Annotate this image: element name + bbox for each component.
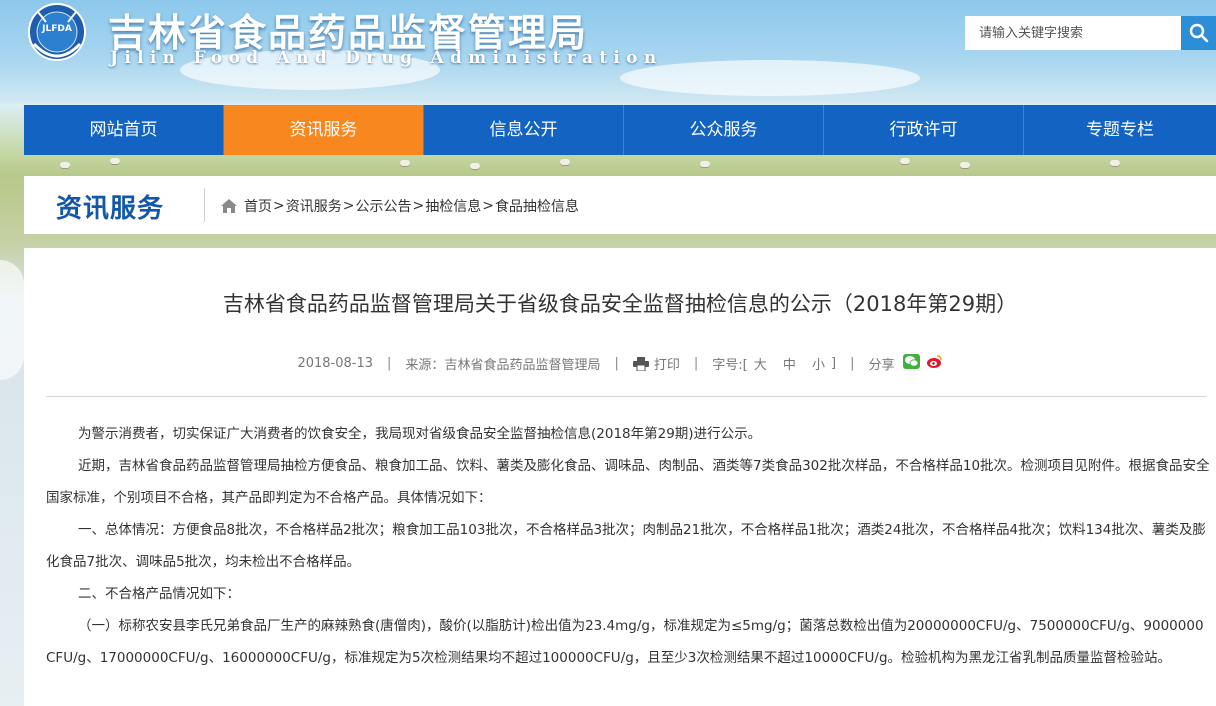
- title-divider: [46, 396, 1206, 397]
- weibo-icon: [926, 355, 942, 368]
- breadcrumb-food-inspection[interactable]: 食品抽检信息: [495, 196, 579, 216]
- sheep-decoration: [1110, 160, 1120, 166]
- weibo-share-button[interactable]: [926, 354, 943, 373]
- article-title: 吉林省食品药品监督管理局关于省级食品安全监督抽检信息的公示（2018年第29期）: [222, 292, 1018, 316]
- meta-separator: |: [614, 356, 619, 371]
- breadcrumb-separator: >: [412, 198, 425, 214]
- article-paragraph: 为警示消费者，切实保证广大消费者的饮食安全，我局现对省级食品安全监督抽检信息(2…: [78, 426, 762, 442]
- wechat-share-button[interactable]: [902, 354, 920, 373]
- font-size-small[interactable]: 小: [812, 358, 825, 373]
- meta-separator: |: [387, 356, 392, 371]
- nav-item-home[interactable]: 网站首页: [24, 105, 224, 155]
- font-size-label: 字号:[: [712, 358, 748, 373]
- font-size-medium[interactable]: 中: [783, 358, 796, 373]
- font-size-close: ]: [831, 356, 837, 371]
- breadcrumb-home[interactable]: 首页: [244, 196, 272, 216]
- nav-item-admin-licensing[interactable]: 行政许可: [824, 105, 1024, 155]
- breadcrumb-separator: >: [273, 198, 285, 214]
- breadcrumb-inspection-info[interactable]: 抽检信息: [425, 196, 481, 216]
- home-icon: [221, 199, 237, 213]
- background-cloud: [620, 60, 920, 96]
- nav-item-info-disclosure[interactable]: 信息公开: [424, 105, 624, 155]
- site-subtitle: Jilin Food And Drug Administration: [110, 48, 663, 68]
- article-container: 吉林省食品药品监督管理局关于省级食品安全监督抽检信息的公示（2018年第29期）…: [24, 248, 1216, 706]
- section-header: 资讯服务 首页 > 资讯服务 > 公示公告 > 抽检信息 > 食品抽检信息: [24, 176, 1216, 234]
- sheep-decoration: [700, 161, 710, 167]
- print-label: 打印: [653, 358, 680, 373]
- sheep-decoration: [560, 159, 570, 165]
- sheep-decoration: [60, 162, 70, 168]
- breadcrumb-separator: >: [342, 198, 355, 214]
- search-icon: [1189, 23, 1208, 43]
- article-body: 为警示消费者，切实保证广大消费者的饮食安全，我局现对省级食品安全监督抽检信息(2…: [46, 418, 1210, 674]
- breadcrumb-separator: >: [482, 198, 494, 214]
- nav-item-special-topics[interactable]: 专题专栏: [1024, 105, 1216, 155]
- nav-item-news-services[interactable]: 资讯服务: [224, 105, 424, 155]
- article-date: 2018-08-13: [297, 356, 374, 371]
- logo-text: JLFDA: [42, 24, 72, 34]
- sheep-decoration: [900, 158, 910, 164]
- section-title: 资讯服务: [56, 194, 165, 224]
- breadcrumb: 首页 > 资讯服务 > 公示公告 > 抽检信息 > 食品抽检信息: [220, 196, 579, 216]
- nav-item-public-services[interactable]: 公众服务: [624, 105, 824, 155]
- article-meta: 2018-08-13 | 来源： 吉林省食品药品监督管理局 | 打印 | 字号:…: [24, 354, 1216, 373]
- article-paragraph: 二、不合格产品情况如下：: [78, 586, 240, 602]
- sheep-decoration: [470, 163, 480, 169]
- sheep-decoration: [400, 160, 410, 166]
- share-label: 分享: [868, 358, 895, 373]
- wechat-icon: [902, 354, 920, 369]
- meta-separator: |: [850, 356, 855, 371]
- font-size-options: 大 中 小: [748, 354, 831, 373]
- search-input[interactable]: [965, 16, 1181, 50]
- article-paragraph: 一、总体情况：方便食品8批次，不合格样品2批次；粮食加工品103批次，不合格样品…: [46, 522, 1206, 570]
- article-paragraph: 近期，吉林省食品药品监督管理局抽检方便食品、粮食加工品、饮料、薯类及膨化食品、调…: [46, 458, 1210, 506]
- section-divider: [204, 188, 205, 222]
- search-button[interactable]: [1181, 16, 1216, 50]
- meta-separator: |: [693, 356, 699, 371]
- background-cloud: [0, 260, 24, 380]
- source-label: 来源：: [405, 358, 445, 373]
- font-size-large[interactable]: 大: [754, 358, 767, 373]
- article-source: 吉林省食品药品监督管理局: [444, 358, 601, 373]
- article-paragraph: （一）标称农安县李氏兄弟食品厂生产的麻辣熟食(唐僧肉)，酸价(以脂肪计)检出值为…: [46, 618, 1204, 666]
- print-button[interactable]: 打印: [632, 354, 680, 373]
- sheep-decoration: [960, 162, 970, 168]
- breadcrumb-news-services[interactable]: 资讯服务: [286, 196, 342, 216]
- breadcrumb-announcements[interactable]: 公示公告: [355, 196, 411, 216]
- main-nav: 网站首页 资讯服务 信息公开 公众服务 行政许可 专题专栏: [24, 105, 1216, 155]
- printer-icon: [632, 356, 649, 371]
- sheep-decoration: [110, 158, 120, 164]
- jlfda-logo: JLFDA: [24, 2, 90, 68]
